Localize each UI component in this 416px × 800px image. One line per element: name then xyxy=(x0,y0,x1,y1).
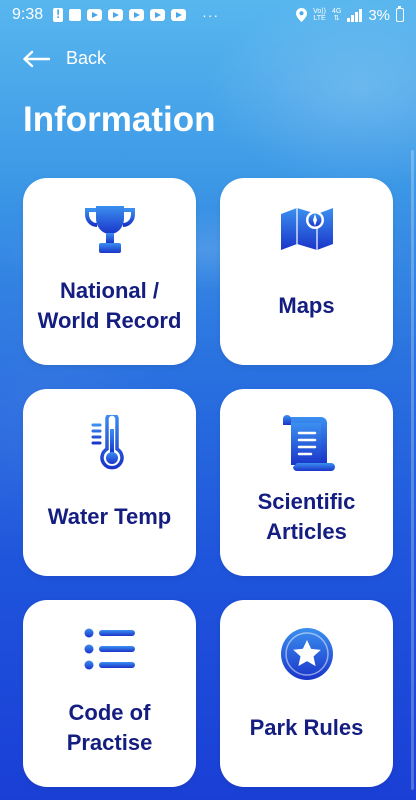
youtube-notification-icon xyxy=(108,9,124,21)
volte-text: Vo)) xyxy=(313,8,326,15)
youtube-notification-icon xyxy=(171,9,187,21)
youtube-notification-icon xyxy=(150,9,166,21)
back-label: Back xyxy=(66,48,107,68)
back-button[interactable]: Back xyxy=(22,48,106,69)
alert-notification-icon xyxy=(53,7,64,22)
card-code-of-practise[interactable]: Code of Practise xyxy=(23,600,196,787)
youtube-notification-icon xyxy=(87,9,103,21)
net-type-text: 4G xyxy=(331,8,342,15)
card-label: Water Temp xyxy=(47,504,172,529)
status-time: 9:38 xyxy=(12,6,44,23)
card-label: Scientific Articles xyxy=(257,489,356,544)
shopping-bag-icon xyxy=(69,9,82,21)
signal-icon xyxy=(347,8,363,22)
network-type: 4G ⇅ xyxy=(332,8,341,22)
card-label: National / World Record xyxy=(37,278,182,333)
card-maps[interactable]: Maps xyxy=(220,178,393,365)
more-notifications: ··· xyxy=(202,7,220,23)
info-grid: National / World Record Maps Water Temp … xyxy=(23,178,393,787)
battery-icon xyxy=(396,6,404,22)
youtube-notification-icon xyxy=(129,9,145,21)
list-icon xyxy=(84,628,135,670)
lte-text: LTE xyxy=(313,15,326,22)
card-park-rules[interactable]: Park Rules xyxy=(220,600,393,787)
page-title: Information xyxy=(23,100,216,139)
card-label: Park Rules xyxy=(249,715,364,740)
data-arrows-icon: ⇅ xyxy=(333,15,340,22)
card-scientific-articles[interactable]: Scientific Articles xyxy=(220,389,393,576)
scrollbar[interactable] xyxy=(411,150,414,790)
volte-indicator: Vo)) LTE xyxy=(313,8,326,22)
card-water-temp[interactable]: Water Temp xyxy=(23,389,196,576)
arrow-left-icon xyxy=(23,50,50,67)
card-national-world-record[interactable]: National / World Record xyxy=(23,178,196,365)
battery-percent: 3% xyxy=(368,6,390,24)
status-bar: 9:38 ··· Vo)) LTE 4G ⇅ 3% xyxy=(0,0,416,30)
location-icon xyxy=(296,8,308,22)
card-label: Maps xyxy=(278,293,335,318)
card-label: Code of Practise xyxy=(66,700,153,755)
